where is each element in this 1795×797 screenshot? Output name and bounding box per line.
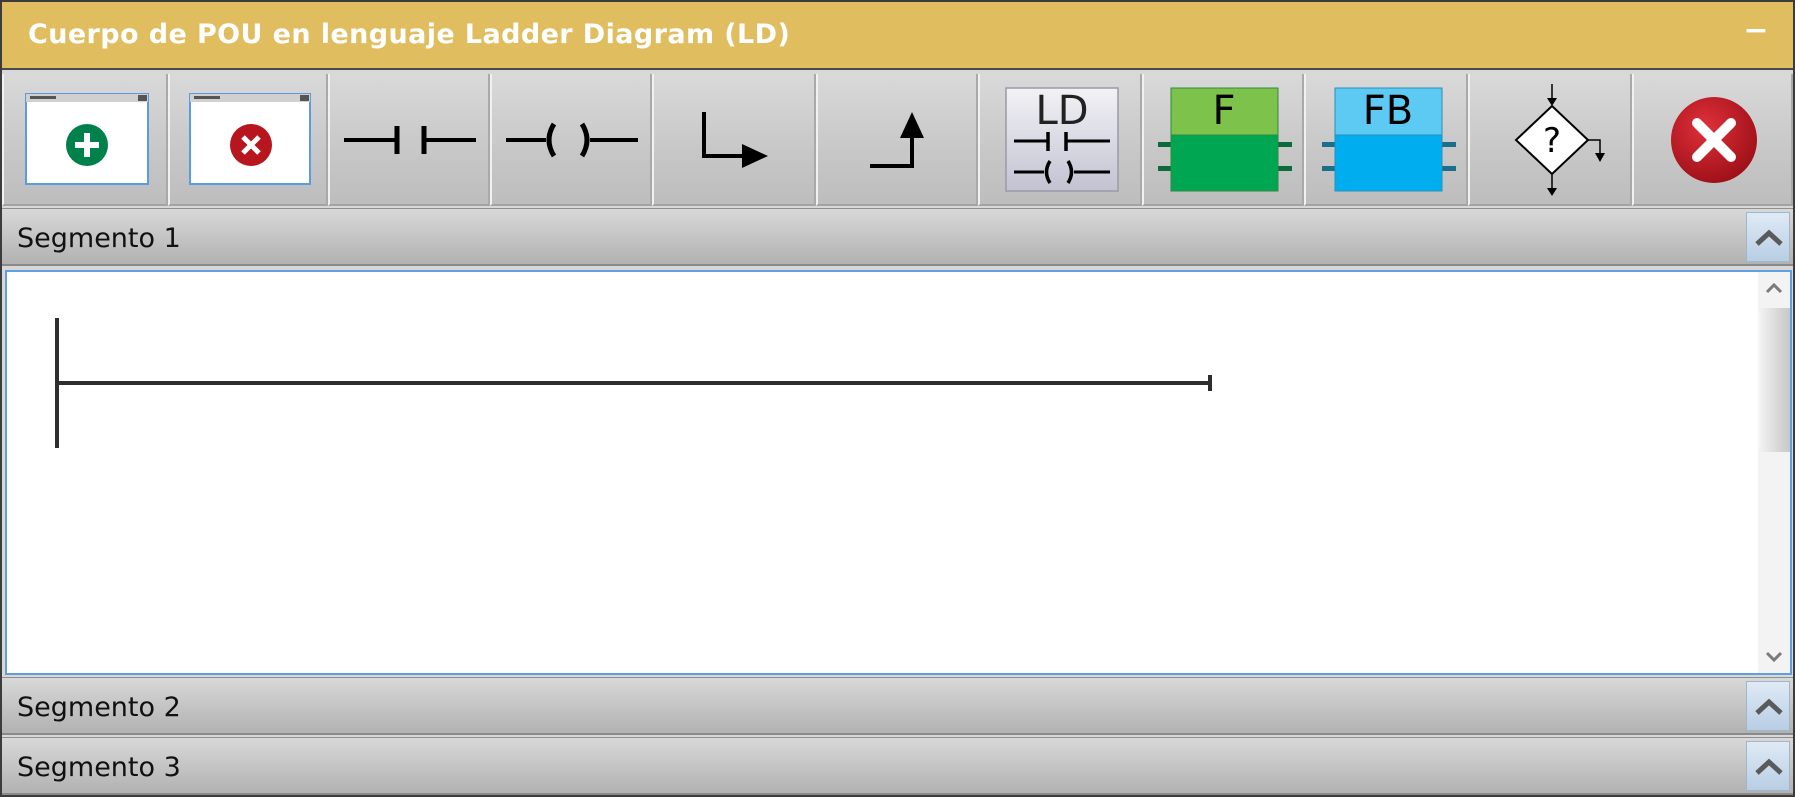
add-segment-button[interactable] [2, 74, 168, 206]
ld-block-icon: LD [1005, 87, 1119, 192]
toolbar: LD F FB ? [2, 74, 1793, 206]
delete-segment-button[interactable] [168, 74, 328, 206]
window-plus-icon [25, 93, 149, 185]
segment-header-1[interactable]: Segmento 1 [2, 208, 1793, 266]
chevron-up-icon [1765, 282, 1783, 294]
segment-2-label: Segmento 2 [17, 692, 181, 723]
ladder-rung [55, 318, 1212, 448]
branch-down-button[interactable] [652, 74, 816, 206]
segment-3-label: Segmento 3 [17, 752, 181, 783]
segment-1-canvas[interactable] [5, 270, 1792, 675]
window-close-icon [189, 93, 311, 185]
title-bar: Cuerpo de POU en lenguaje Ladder Diagram… [2, 2, 1793, 70]
ld-contact-icon [344, 126, 476, 154]
segment-header-2[interactable]: Segmento 2 [2, 677, 1793, 735]
contact-button[interactable] [328, 74, 490, 206]
segment-header-3[interactable]: Segmento 3 [2, 737, 1793, 795]
segment-1-label: Segmento 1 [17, 223, 181, 254]
segment-1-scrollbar[interactable] [1758, 272, 1790, 673]
scroll-up-arrow[interactable] [1758, 272, 1790, 304]
close-editor-button[interactable] [1632, 74, 1793, 206]
chevron-up-icon [1755, 758, 1783, 775]
branch-up-button[interactable] [816, 74, 978, 206]
coil-button[interactable] [490, 74, 652, 206]
ld-coil-icon [506, 122, 638, 158]
branch-down-arrow-icon [702, 112, 768, 168]
minimize-button[interactable]: − [1739, 16, 1773, 50]
ld-block-label: LD [1035, 88, 1088, 134]
fb-block-label: FB [1363, 88, 1413, 134]
condition-button[interactable]: ? [1468, 74, 1632, 206]
chevron-up-icon [1755, 229, 1783, 246]
segment-3-collapse-button[interactable] [1746, 741, 1790, 791]
function-block-label: F [1212, 88, 1235, 134]
decision-diamond-icon: ? [1514, 84, 1605, 196]
chevron-up-icon [1755, 698, 1783, 715]
segment-2-collapse-button[interactable] [1746, 681, 1790, 731]
condition-label: ? [1543, 121, 1561, 161]
chevron-down-icon [1765, 651, 1783, 663]
ld-editor-window: Cuerpo de POU en lenguaje Ladder Diagram… [0, 0, 1795, 797]
fb-block-icon: FB [1322, 87, 1456, 192]
window-title: Cuerpo de POU en lenguaje Ladder Diagram… [28, 19, 791, 50]
function-block-icon: F [1158, 87, 1292, 192]
segment-1-collapse-button[interactable] [1746, 212, 1790, 262]
branch-up-arrow-icon [870, 112, 924, 168]
function-block-button[interactable]: FB [1304, 74, 1468, 206]
scroll-down-arrow[interactable] [1758, 641, 1790, 673]
scrollbar-thumb[interactable] [1758, 308, 1790, 452]
function-button[interactable]: F [1142, 74, 1304, 206]
ld-block-button[interactable]: LD [978, 74, 1142, 206]
close-circle-icon [1671, 97, 1757, 183]
